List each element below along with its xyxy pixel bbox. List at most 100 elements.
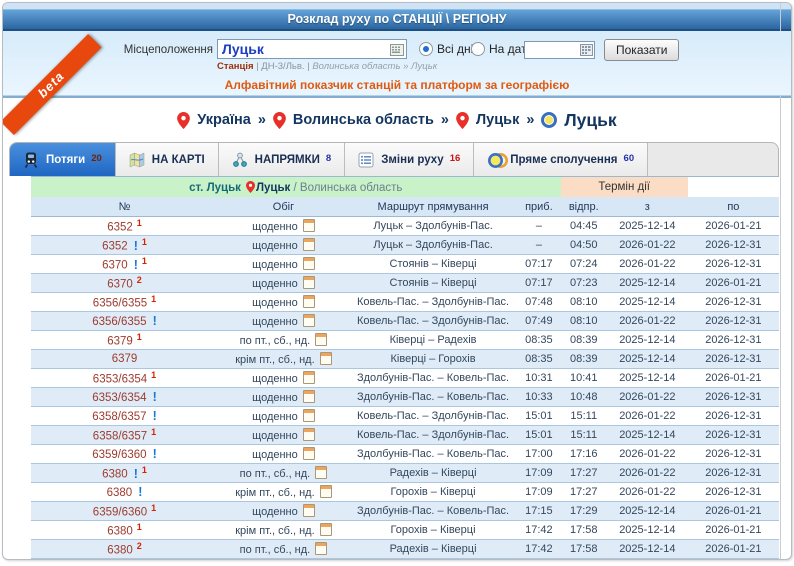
train-number-link[interactable]: 6380 xyxy=(107,526,133,538)
circulation-days: по пт., сб., нд. xyxy=(240,335,311,347)
location-input[interactable] xyxy=(217,39,407,59)
calendar-icon[interactable] xyxy=(303,390,315,403)
calendar-icon[interactable] xyxy=(303,504,315,517)
valid-from-date: 2025-12-14 xyxy=(607,331,688,350)
train-number-link[interactable]: 6356/6355 xyxy=(93,298,147,310)
calendar-icon[interactable] xyxy=(303,257,315,270)
tab-directions[interactable]: НАПРЯМКИ8 xyxy=(219,143,346,176)
valid-from-date: 2026-01-22 xyxy=(607,464,688,483)
footnote-marker: 1 xyxy=(151,427,156,437)
train-number-link[interactable]: 6370 xyxy=(107,279,133,291)
table-row: 6353/6354!щоденноЗдолбунів-Пас. – Ковель… xyxy=(31,388,779,407)
breadcrumb-region-link[interactable]: Волинська область xyxy=(293,112,434,128)
train-number-link[interactable]: 6352 xyxy=(107,222,133,234)
train-number-link[interactable]: 6358/6357 xyxy=(93,431,147,443)
route-cell: Здолбунів-Пас. – Ковель-Пас. xyxy=(349,369,517,388)
show-button[interactable]: Показати xyxy=(604,39,679,61)
train-number-cell: 6358/6357! xyxy=(31,407,218,426)
table-row: 6356/6355!щоденноКовель-Пас. – Здолбунів… xyxy=(31,312,779,331)
alert-icon: ! xyxy=(134,239,138,253)
train-number-link[interactable]: 6380 xyxy=(102,469,128,481)
circulation-cell: щоденно xyxy=(218,369,349,388)
train-number-link[interactable]: 6358/6357 xyxy=(92,411,146,423)
train-number-link[interactable]: 6359/6360 xyxy=(92,449,146,461)
hint-division: | ДН-3/Льв. | xyxy=(256,61,309,72)
table-row: 6358/6357!щоденноКовель-Пас. – Здолбунів… xyxy=(31,407,779,426)
footnote-marker: 1 xyxy=(151,503,156,513)
calendar-icon[interactable] xyxy=(315,542,327,555)
breadcrumb-city-link[interactable]: Луцьк xyxy=(476,112,519,128)
departure-time: 08:39 xyxy=(561,350,607,369)
train-number-cell: 63521 xyxy=(31,217,218,236)
alphabetical-index-link[interactable]: Алфавітний показчик станцій та платформ … xyxy=(3,78,791,92)
departure-time: 08:39 xyxy=(561,331,607,350)
table-row: 6379крім пт., сб., нд.Ківерці – Горохів0… xyxy=(31,350,779,369)
train-number-link[interactable]: 6379 xyxy=(107,336,133,348)
route-cell: Ковель-Пас. – Здолбунів-Пас. xyxy=(349,426,517,445)
calendar-picker-icon[interactable] xyxy=(580,43,593,55)
route-cell: Ківерці – Радехів xyxy=(349,331,517,350)
calendar-icon[interactable] xyxy=(303,219,315,232)
calendar-icon[interactable] xyxy=(303,371,315,384)
calendar-icon[interactable] xyxy=(315,333,327,346)
calendar-icon[interactable] xyxy=(303,295,315,308)
calendar-icon[interactable] xyxy=(320,352,332,365)
calendar-icon[interactable] xyxy=(303,409,315,422)
train-number-link[interactable]: 6353/6354 xyxy=(92,392,146,404)
arrival-time: 17:42 xyxy=(517,521,560,540)
arrival-time: 15:01 xyxy=(517,407,560,426)
route-cell: Радехів – Ківерці xyxy=(349,540,517,559)
footnote-marker: 1 xyxy=(137,332,142,342)
departure-time: 07:23 xyxy=(561,274,607,293)
route-cell: Ковель-Пас. – Здолбунів-Пас. xyxy=(349,293,517,312)
tab-label: НА КАРТІ xyxy=(152,154,205,166)
circulation-days: щоденно xyxy=(252,259,298,271)
valid-to-date: 2026-01-21 xyxy=(688,274,779,293)
calendar-icon[interactable] xyxy=(320,523,332,536)
table-row: 63521щоденноЛуцьк – Здолбунів-Пас.–04:45… xyxy=(31,217,779,236)
tab-trains[interactable]: Потяги20 xyxy=(10,143,116,176)
calendar-icon[interactable] xyxy=(303,314,315,327)
arrival-time: 07:17 xyxy=(517,255,560,274)
circulation-days: щоденно xyxy=(252,411,298,423)
route-cell: Горохів – Ківерці xyxy=(349,521,517,540)
tab-changes[interactable]: Зміни руху16 xyxy=(345,143,474,176)
circulation-days: щоденно xyxy=(252,506,298,518)
tab-map[interactable]: НА КАРТІ xyxy=(116,143,219,176)
train-number-link[interactable]: 6359/6360 xyxy=(93,507,147,519)
train-number-link[interactable]: 6380 xyxy=(107,487,133,499)
train-number-link[interactable]: 6380 xyxy=(107,545,133,557)
calendar-icon[interactable] xyxy=(303,447,315,460)
map-pin-icon xyxy=(177,112,190,129)
valid-to-date: 2026-12-31 xyxy=(688,388,779,407)
valid-from-date: 2025-12-14 xyxy=(607,217,688,236)
train-number-link[interactable]: 6352 xyxy=(102,241,128,253)
col-route: Маршрут прямування xyxy=(349,197,517,217)
train-number-link[interactable]: 6353/6354 xyxy=(93,374,147,386)
station-list-icon[interactable] xyxy=(390,43,404,55)
tab-direct[interactable]: Пряме сполучення60 xyxy=(474,143,648,176)
route-cell: Здолбунів-Пас. – Ковель-Пас. xyxy=(349,388,517,407)
arrival-time: 08:35 xyxy=(517,350,560,369)
all-days-radio[interactable]: Всі дні xyxy=(419,42,473,56)
train-number-link[interactable]: 6356/6355 xyxy=(92,316,146,328)
departure-time: 17:29 xyxy=(561,502,607,521)
valid-to-date: 2026-12-31 xyxy=(688,350,779,369)
circulation-days: щоденно xyxy=(252,430,298,442)
valid-from-date: 2026-01-22 xyxy=(607,483,688,502)
valid-to-date: 2026-12-31 xyxy=(688,293,779,312)
calendar-icon[interactable] xyxy=(303,276,315,289)
calendar-icon[interactable] xyxy=(303,238,315,251)
breadcrumb-country-link[interactable]: Україна xyxy=(197,112,251,128)
station-link[interactable]: Луцьк xyxy=(256,182,290,194)
train-number-link[interactable]: 6370 xyxy=(102,260,128,272)
train-number-link[interactable]: 6379 xyxy=(112,353,138,365)
calendar-icon[interactable] xyxy=(320,485,332,498)
calendar-icon[interactable] xyxy=(303,428,315,441)
circulation-days: по пт., сб., нд. xyxy=(240,544,311,556)
calendar-icon[interactable] xyxy=(315,466,327,479)
circulation-days: щоденно xyxy=(252,221,298,233)
circulation-cell: щоденно xyxy=(218,255,349,274)
map-pin-icon xyxy=(246,181,255,193)
station-circle-icon xyxy=(541,112,557,128)
